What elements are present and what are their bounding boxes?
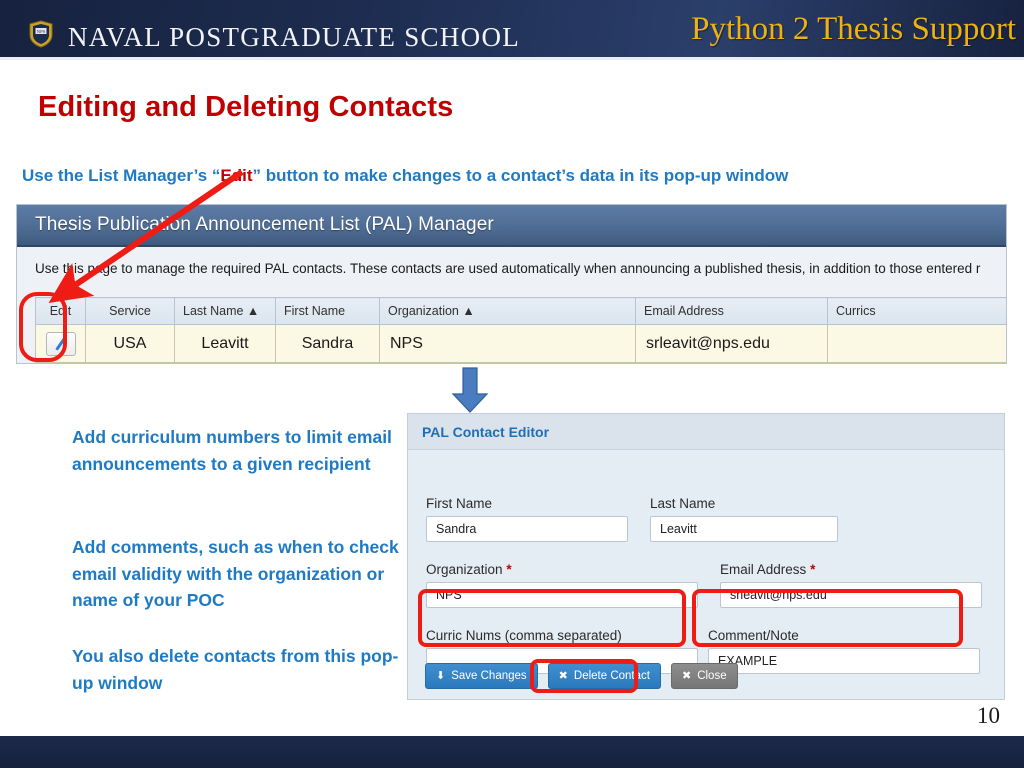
download-icon: ⬇	[436, 669, 446, 682]
cell-first-name: Sandra	[275, 324, 380, 363]
subtitle: Use the List Manager’s “Edit” button to …	[22, 166, 788, 186]
delete-contact-label: Delete Contact	[573, 670, 650, 682]
label-curric-nums: Curric Nums (comma separated)	[426, 628, 622, 643]
page-number: 10	[977, 703, 1000, 728]
field-organization: Organization * NPS	[426, 562, 698, 608]
table-header-row: Edit Service Last Name ▲ First Name Orga…	[35, 297, 1006, 325]
cell-edit	[35, 324, 86, 363]
subtitle-part-2: ” button to make changes to a contact’s …	[252, 166, 789, 185]
cell-service: USA	[85, 324, 175, 363]
footer-bar	[0, 736, 1024, 768]
field-email-address: Email Address * srleavit@nps.edu	[720, 562, 982, 608]
subtitle-highlight: Edit	[220, 166, 253, 185]
column-header-email-address[interactable]: Email Address	[635, 297, 828, 325]
required-asterisk-email: *	[810, 562, 816, 577]
school-name: NAVAL POSTGRADUATE SCHOOL	[68, 22, 521, 52]
input-comment-note[interactable]: EXAMPLE	[708, 648, 980, 674]
field-first-name: First Name Sandra	[426, 496, 628, 542]
dialog-titlebar: PAL Contact Editor	[408, 414, 1004, 450]
save-changes-label: Save Changes	[451, 670, 527, 682]
x-icon-close: ✖	[681, 669, 692, 682]
label-organization-text: Organization	[426, 562, 503, 577]
blue-down-arrow	[451, 367, 489, 413]
svg-text:NPS: NPS	[37, 29, 46, 34]
label-last-name: Last Name	[650, 496, 716, 511]
cell-email-address: srleavit@nps.edu	[635, 324, 828, 363]
cell-currics	[827, 324, 1006, 363]
field-comment-note: Comment/Note EXAMPLE	[708, 628, 980, 674]
pal-manager-title: Thesis Publication Announcement List (PA…	[35, 214, 494, 235]
column-header-first-name[interactable]: First Name	[275, 297, 380, 325]
label-email-address: Email Address *	[720, 562, 982, 577]
pencil-icon	[55, 337, 66, 350]
pal-manager-description: Use this page to manage the required PAL…	[35, 261, 981, 276]
column-header-organization[interactable]: Organization ▲	[379, 297, 636, 325]
label-email-address-text: Email Address	[720, 562, 807, 577]
pal-manager-panel: Thesis Publication Announcement List (PA…	[16, 204, 1007, 364]
label-organization: Organization *	[426, 562, 698, 577]
close-label: Close	[697, 670, 727, 682]
dialog-body: First Name Sandra Last Name Leavitt Orga…	[408, 450, 1004, 674]
note-comments: Add comments, such as when to check emai…	[72, 537, 399, 611]
cell-organization: NPS	[379, 324, 636, 363]
input-organization[interactable]: NPS	[426, 582, 698, 608]
field-last-name: Last Name Leavitt	[650, 496, 838, 542]
column-header-edit[interactable]: Edit	[35, 297, 86, 325]
nps-shield-crest-icon: NPS	[29, 20, 53, 48]
deck-title: Python 2 Thesis Support	[691, 11, 1016, 47]
x-icon: ✖	[558, 669, 568, 682]
input-last-name[interactable]: Leavitt	[650, 516, 838, 542]
label-comment-note: Comment/Note	[708, 628, 799, 643]
edit-row-button[interactable]	[45, 331, 76, 356]
save-changes-button[interactable]: ⬇ Save Changes	[425, 663, 538, 689]
column-header-last-name[interactable]: Last Name ▲	[174, 297, 276, 325]
required-asterisk-organization: *	[506, 562, 512, 577]
input-email-address[interactable]: srleavit@nps.edu	[720, 582, 982, 608]
pal-contact-editor-dialog: PAL Contact Editor First Name Sandra Las…	[407, 413, 1005, 700]
delete-contact-button[interactable]: ✖ Delete Contact	[547, 663, 661, 689]
subtitle-part-1: Use the List Manager’s “	[22, 166, 221, 185]
cell-last-name: Leavitt	[174, 324, 276, 363]
column-header-currics[interactable]: Currics	[827, 297, 1006, 325]
label-first-name: First Name	[426, 496, 493, 511]
table-row: USA Leavitt Sandra NPS srleavit@nps.edu	[35, 324, 1006, 363]
input-first-name[interactable]: Sandra	[426, 516, 628, 542]
contacts-table: Edit Service Last Name ▲ First Name Orga…	[35, 297, 1006, 363]
dialog-title: PAL Contact Editor	[422, 423, 550, 440]
note-curriculum-numbers: Add curriculum numbers to limit email an…	[72, 427, 392, 474]
pal-manager-titlebar: Thesis Publication Announcement List (PA…	[17, 205, 1006, 247]
note-delete-contacts: You also delete contacts from this pop-u…	[72, 646, 399, 693]
dialog-button-row: ⬇ Save Changes ✖ Delete Contact ✖ Close	[425, 663, 738, 689]
column-header-service[interactable]: Service	[85, 297, 175, 325]
close-button[interactable]: ✖ Close	[670, 663, 738, 689]
app-header: NPS NAVAL POSTGRADUATE SCHOOL Python 2 T…	[0, 0, 1024, 60]
page-title: Editing and Deleting Contacts	[38, 91, 454, 123]
